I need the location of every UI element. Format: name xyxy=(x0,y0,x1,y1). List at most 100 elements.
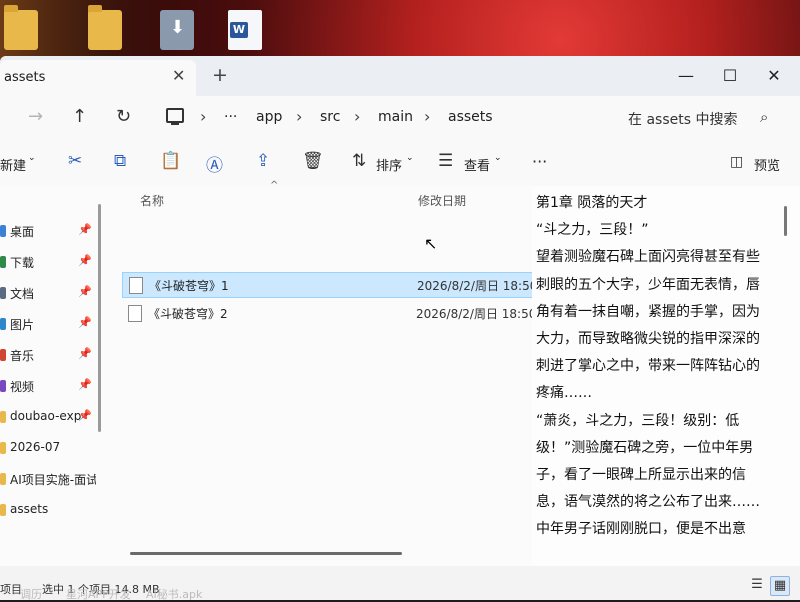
tab-close-button[interactable]: ✕ xyxy=(172,66,185,85)
cut-icon[interactable]: ✂ xyxy=(68,151,82,171)
sidebar-item-2026-07[interactable]: 2026-07 xyxy=(0,437,96,459)
documents-icon xyxy=(0,287,6,299)
file-row[interactable]: 《斗破苍穹》1 2026/8/2/周日 18:50 xyxy=(122,272,538,298)
view-button[interactable]: 查看 xyxy=(464,155,490,174)
delete-icon[interactable]: 🗑 xyxy=(302,151,324,171)
sidebar-item-assets[interactable]: assets xyxy=(0,499,96,521)
folder-icon[interactable] xyxy=(88,5,122,50)
sort-button[interactable]: 排序 xyxy=(376,155,402,174)
file-explorer-window: assets ✕ + — ☐ ✕ → ↑ ↻ › ··· app › src ›… xyxy=(0,56,800,600)
preview-scrollbar[interactable] xyxy=(784,206,787,236)
computer-icon[interactable] xyxy=(166,108,184,125)
folder-icon xyxy=(0,473,6,485)
breadcrumb-app[interactable]: app xyxy=(256,109,282,125)
search-icon[interactable]: ⌕ xyxy=(760,108,768,126)
preview-paragraph: 中年男子话刚刚脱口，便是不出意 xyxy=(536,521,746,538)
preview-paragraph: 望着测验魔石碑上面闪亮得甚至有些刺眼的五个大字，少年面无表情，唇角有着一抹自嘲，… xyxy=(536,249,760,402)
sidebar-item-label: 下载 xyxy=(10,256,35,270)
pin-icon: 📌 xyxy=(78,378,92,391)
mouse-cursor-icon: ↖ xyxy=(424,234,438,253)
preview-paragraph: “斗之力，三段！” xyxy=(536,222,649,239)
folder-icon[interactable] xyxy=(4,5,38,50)
pin-icon: 📌 xyxy=(78,285,92,298)
sidebar-item-pictures[interactable]: 图片 📌 xyxy=(0,313,96,335)
up-icon[interactable]: ↑ xyxy=(72,106,87,127)
preview-button[interactable]: 预览 xyxy=(754,155,780,174)
breadcrumb-src[interactable]: src xyxy=(320,109,340,125)
chevron-right-icon: › xyxy=(296,107,303,126)
title-bar: assets ✕ + — ☐ ✕ xyxy=(0,56,800,96)
pictures-icon xyxy=(0,318,6,330)
chevron-down-icon: ⌄ xyxy=(28,153,36,163)
pin-icon: 📌 xyxy=(78,316,92,329)
column-header-name[interactable]: 名称 xyxy=(140,192,164,209)
sidebar-item-label: assets xyxy=(10,502,49,516)
view-icon: ☰ xyxy=(438,151,454,171)
tab-assets[interactable]: assets ✕ xyxy=(0,60,196,96)
sidebar-item-ai-project[interactable]: AI项目实施-面试 xyxy=(0,468,96,490)
item-count: 项目 xyxy=(0,583,22,596)
preview-text: 第1章 陨落的天才 “斗之力，三段！” 望着测验魔石碑上面闪亮得甚至有些刺眼的五… xyxy=(536,190,768,544)
navigation-pane: 桌面 📌 下载 📌 文档 📌 图片 📌 音乐 📌 视频 📌 doubao-exp… xyxy=(0,186,101,566)
search-input[interactable]: 在 assets 中搜索 xyxy=(628,109,737,129)
sort-icon: ⇅ xyxy=(352,151,367,171)
refresh-icon[interactable]: ↻ xyxy=(116,106,131,127)
sidebar-item-label: 2026-07 xyxy=(10,440,61,454)
column-header-date[interactable]: 修改日期 xyxy=(418,192,466,209)
videos-icon xyxy=(0,380,6,392)
folder-icon xyxy=(0,504,6,516)
desktop-icon xyxy=(0,225,6,237)
file-name: 《斗破苍穹》2 xyxy=(148,307,228,321)
sidebar-item-videos[interactable]: 视频 📌 xyxy=(0,375,96,397)
sort-ascending-icon: ^ xyxy=(270,180,279,191)
sidebar-item-downloads[interactable]: 下载 📌 xyxy=(0,251,96,273)
sidebar-item-desktop[interactable]: 桌面 📌 xyxy=(0,220,96,242)
content-area: 桌面 📌 下载 📌 文档 📌 图片 📌 音乐 📌 视频 📌 doubao-exp… xyxy=(0,180,800,566)
sidebar-item-label: 文档 xyxy=(10,287,35,301)
sidebar-item-label: 视频 xyxy=(10,380,35,394)
command-bar: 新建 ⌄ ✂ ⧉ 📋 Ⓐ ⇪ 🗑 ⇅ 排序 ⌄ ☰ 查看 ⌄ ··· ◫ 预览 xyxy=(0,140,800,187)
preview-pane: 第1章 陨落的天才 “斗之力，三段！” 望着测验魔石碑上面闪亮得甚至有些刺眼的五… xyxy=(532,186,800,566)
sidebar-item-documents[interactable]: 文档 📌 xyxy=(0,282,96,304)
chevron-down-icon: ⌄ xyxy=(406,153,414,163)
breadcrumb-assets[interactable]: assets xyxy=(448,109,493,125)
file-row[interactable]: 《斗破苍穹》2 2026/8/2/周日 18:50 xyxy=(122,301,536,325)
more-options-button[interactable]: ··· xyxy=(532,152,547,171)
sidebar-item-label: doubao-exp xyxy=(10,409,82,423)
sidebar-scrollbar[interactable] xyxy=(98,204,101,432)
folder-icon xyxy=(0,442,6,454)
rename-icon[interactable]: Ⓐ xyxy=(206,151,223,176)
new-tab-button[interactable]: + xyxy=(212,64,228,86)
file-date: 2026/8/2/周日 18:50 xyxy=(417,279,538,293)
maximize-button[interactable]: ☐ xyxy=(710,62,750,90)
tiles-view-icon[interactable]: ▦ xyxy=(770,576,790,596)
paste-icon[interactable]: 📋 xyxy=(160,151,181,171)
share-icon[interactable]: ⇪ xyxy=(256,151,270,171)
sidebar-item-label: 桌面 xyxy=(10,225,35,239)
breadcrumb-ellipsis[interactable]: ··· xyxy=(224,109,237,125)
word-document-icon[interactable]: W xyxy=(228,10,262,50)
sidebar-item-music[interactable]: 音乐 📌 xyxy=(0,344,96,366)
chevron-right-icon: › xyxy=(424,107,431,126)
details-view-icon[interactable]: ☰ xyxy=(748,576,766,594)
sidebar-item-doubao-exp[interactable]: doubao-exp 📌 xyxy=(0,406,96,428)
forward-icon[interactable]: → xyxy=(28,106,43,127)
chevron-right-icon: › xyxy=(354,107,361,126)
pin-icon: 📌 xyxy=(78,409,92,422)
copy-icon[interactable]: ⧉ xyxy=(114,151,126,171)
download-icon[interactable]: ⬇ xyxy=(160,10,194,50)
chevron-right-icon: › xyxy=(200,107,207,126)
file-name: 《斗破苍穹》1 xyxy=(149,279,229,293)
downloads-icon xyxy=(0,256,6,268)
new-button[interactable]: 新建 xyxy=(0,155,26,174)
minimize-button[interactable]: — xyxy=(666,62,706,90)
file-date: 2026/8/2/周日 18:50 xyxy=(416,307,537,321)
close-button[interactable]: ✕ xyxy=(754,62,794,90)
chevron-down-icon: ⌄ xyxy=(494,153,502,163)
sidebar-item-label: AI项目实施-面试 xyxy=(10,473,96,487)
text-file-icon xyxy=(129,277,143,294)
folder-icon xyxy=(0,411,6,423)
breadcrumb-main[interactable]: main xyxy=(378,109,413,125)
horizontal-scrollbar[interactable] xyxy=(130,552,402,555)
pin-icon: 📌 xyxy=(78,347,92,360)
